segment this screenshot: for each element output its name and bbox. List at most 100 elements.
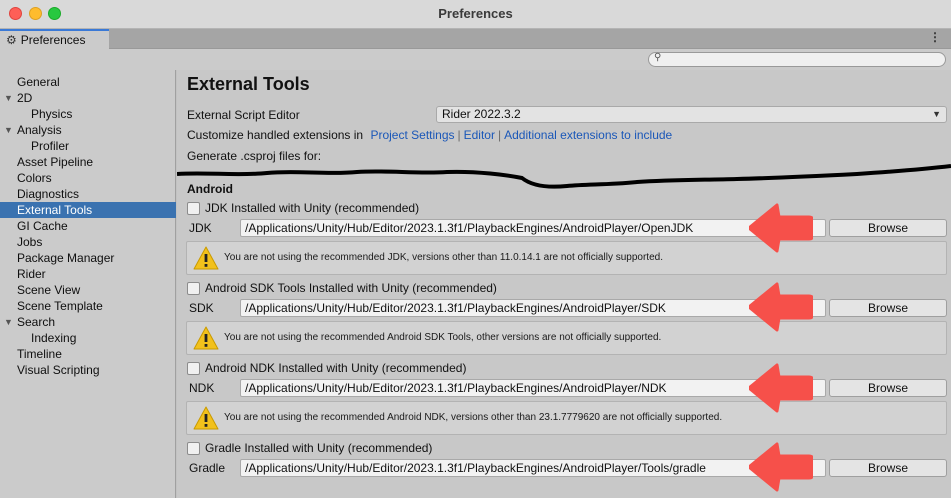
path-field-label: Gradle	[189, 461, 226, 475]
path-field-label: NDK	[189, 381, 215, 395]
warning-text: You are not using the recommended JDK, v…	[224, 252, 663, 263]
sidebar-item-label: Package Manager	[17, 251, 115, 265]
tab-label: Preferences	[20, 33, 86, 47]
sidebar-item-label: GI Cache	[17, 219, 68, 233]
path-input[interactable]: /Applications/Unity/Hub/Editor/2023.1.3f…	[240, 299, 826, 317]
sidebar-item-2d[interactable]: ▼ 2D	[0, 90, 176, 106]
title-bar: Preferences	[0, 0, 951, 29]
search-icon: ⚲	[654, 52, 662, 63]
customize-label: Customize handled extensions in	[187, 128, 364, 142]
warning-icon	[193, 326, 219, 350]
path-input[interactable]: /Applications/Unity/Hub/Editor/2023.1.3f…	[240, 459, 826, 477]
sidebar-item-profiler[interactable]: Profiler	[0, 138, 176, 154]
checkbox-label: JDK Installed with Unity (recommended)	[205, 201, 420, 215]
sidebar-item-analysis[interactable]: ▼ Analysis	[0, 122, 176, 138]
editor-link[interactable]: Editor	[464, 128, 495, 142]
sidebar-item-label: Diagnostics	[17, 187, 80, 201]
sidebar-item-label: External Tools	[17, 203, 93, 217]
sidebar-item-label: Visual Scripting	[17, 363, 100, 377]
sidebar-item-label: Jobs	[17, 235, 43, 249]
warning-icon	[193, 246, 219, 270]
sidebar-item-label: Indexing	[31, 331, 77, 345]
foldout-triangle-icon[interactable]: ▼	[4, 122, 13, 138]
tab-preferences[interactable]: ⚙ Preferences	[0, 29, 109, 49]
warning-text: You are not using the recommended Androi…	[224, 332, 662, 343]
sidebar-item-indexing[interactable]: Indexing	[0, 330, 176, 346]
installed-with-unity-checkbox[interactable]	[187, 202, 200, 215]
sidebar-item-search[interactable]: ▼ Search	[0, 314, 176, 330]
red-arrow-annotation	[749, 203, 813, 253]
path-input[interactable]: /Applications/Unity/Hub/Editor/2023.1.3f…	[240, 219, 826, 237]
script-editor-dropdown[interactable]: Rider 2022.3.2 ▼	[436, 106, 947, 123]
android-heading: Android	[187, 182, 233, 196]
red-arrow-annotation	[749, 442, 813, 492]
sidebar-item-package-manager[interactable]: Package Manager	[0, 250, 176, 266]
red-arrow-annotation	[749, 363, 813, 413]
foldout-triangle-icon[interactable]: ▼	[4, 314, 13, 330]
customize-extensions-row: Customize handled extensions in Project …	[187, 128, 672, 142]
script-editor-value: Rider 2022.3.2	[442, 107, 521, 121]
installed-with-unity-checkbox[interactable]	[187, 282, 200, 295]
sidebar-item-external-tools[interactable]: External Tools	[0, 202, 176, 218]
main-panel: External Tools External Script Editor Ri…	[177, 70, 951, 498]
sidebar-item-label: 2D	[17, 91, 33, 105]
search-input[interactable]: ⚲	[648, 52, 946, 67]
installed-with-unity-checkbox[interactable]	[187, 362, 200, 375]
sidebar-item-label: Asset Pipeline	[17, 155, 94, 169]
sidebar-item-asset-pipeline[interactable]: Asset Pipeline	[0, 154, 176, 170]
sidebar-item-colors[interactable]: Colors	[0, 170, 176, 186]
sidebar-item-label: Analysis	[17, 123, 62, 137]
path-input[interactable]: /Applications/Unity/Hub/Editor/2023.1.3f…	[240, 379, 826, 397]
cut-mark-squiggle	[177, 164, 951, 189]
checkbox-label: Android SDK Tools Installed with Unity (…	[205, 281, 497, 295]
sidebar-item-diagnostics[interactable]: Diagnostics	[0, 186, 176, 202]
project-settings-link[interactable]: Project Settings	[370, 128, 454, 142]
warning-text: You are not using the recommended Androi…	[224, 412, 723, 423]
sidebar-item-general[interactable]: General	[0, 74, 176, 90]
sidebar-item-scene-template[interactable]: Scene Template	[0, 298, 176, 314]
sidebar: General ▼ 2D Physics ▼ Analysis Profiler Asset …	[0, 70, 176, 498]
gear-icon: ⚙	[6, 33, 17, 47]
installed-with-unity-checkbox[interactable]	[187, 442, 200, 455]
chevron-down-icon: ▼	[932, 109, 941, 119]
link-separator: |	[497, 128, 502, 142]
window-title: Preferences	[438, 6, 513, 21]
sidebar-item-timeline[interactable]: Timeline	[0, 346, 176, 362]
red-arrow-annotation	[749, 282, 813, 332]
checkbox-label: Gradle Installed with Unity (recommended…	[205, 441, 433, 455]
path-field-label: SDK	[189, 301, 214, 315]
sidebar-item-label: General	[17, 75, 60, 89]
kebab-menu-icon[interactable]: ⋮	[929, 30, 941, 44]
sidebar-item-label: Search	[17, 315, 56, 329]
browse-button[interactable]: Browse	[829, 459, 947, 477]
warning-helpbox: You are not using the recommended Androi…	[186, 401, 947, 435]
additional-extensions-link[interactable]: Additional extensions to include	[504, 128, 672, 142]
foldout-triangle-icon[interactable]: ▼	[4, 90, 13, 106]
sidebar-item-label: Scene View	[17, 283, 81, 297]
sidebar-item-label: Profiler	[31, 139, 70, 153]
sidebar-item-label: Scene Template	[17, 299, 103, 313]
sidebar-item-label: Timeline	[17, 347, 62, 361]
warning-icon	[193, 406, 219, 430]
browse-button[interactable]: Browse	[829, 379, 947, 397]
sidebar-item-scene-view[interactable]: Scene View	[0, 282, 176, 298]
browse-button[interactable]: Browse	[829, 219, 947, 237]
browse-button[interactable]: Browse	[829, 299, 947, 317]
link-separator: |	[457, 128, 461, 142]
sidebar-item-gi-cache[interactable]: GI Cache	[0, 218, 176, 234]
sidebar-item-label: Colors	[17, 171, 52, 185]
page-title: External Tools	[187, 74, 310, 94]
path-field-label: JDK	[189, 221, 212, 235]
sidebar-item-rider[interactable]: Rider	[0, 266, 176, 282]
script-editor-label: External Script Editor	[187, 108, 300, 122]
search-row: ⚲	[0, 49, 951, 70]
sidebar-item-label: Rider	[17, 267, 46, 281]
warning-helpbox: You are not using the recommended JDK, v…	[186, 241, 947, 275]
warning-helpbox: You are not using the recommended Androi…	[186, 321, 947, 355]
sidebar-item-visual-scripting[interactable]: Visual Scripting	[0, 362, 176, 378]
checkbox-label: Android NDK Installed with Unity (recomm…	[205, 361, 467, 375]
sidebar-item-physics[interactable]: Physics	[0, 106, 176, 122]
tab-bar: ⚙ Preferences ⋮	[0, 29, 951, 49]
sidebar-item-jobs[interactable]: Jobs	[0, 234, 176, 250]
sidebar-item-label: Physics	[31, 107, 73, 121]
